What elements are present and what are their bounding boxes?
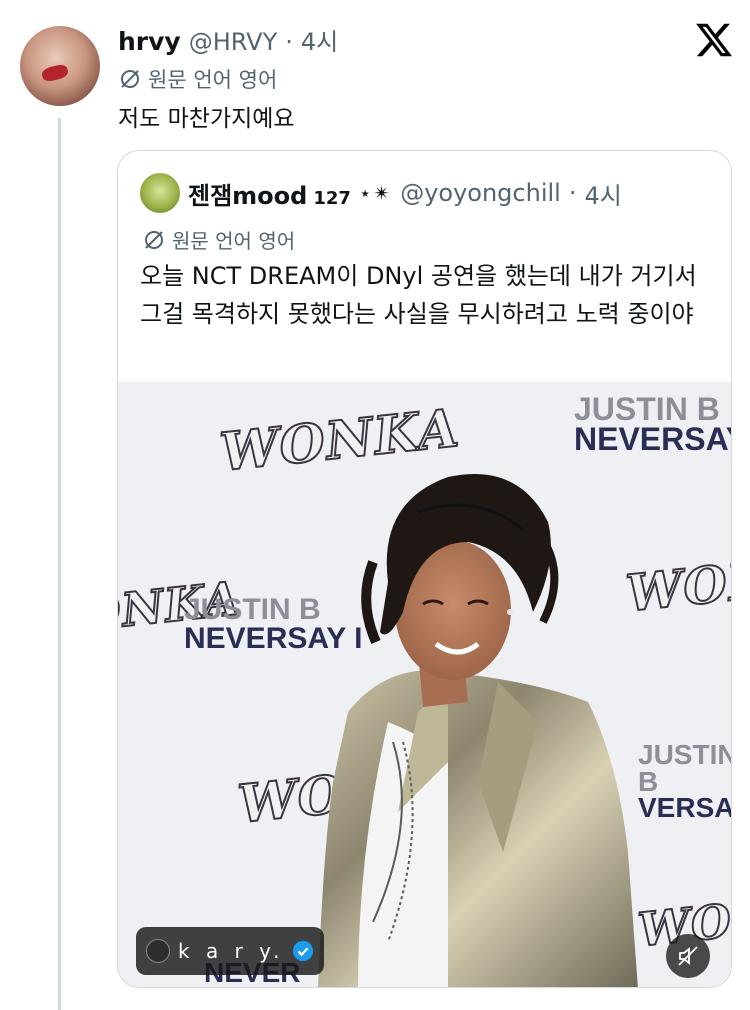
author-name[interactable]: hrvy xyxy=(118,27,181,56)
thread-line xyxy=(58,118,61,1010)
post-header: hrvy @HRVY · 4시 xyxy=(118,22,338,57)
quoted-post-header: 젠잼mood 127 ⋆✴ @yoyongchill · 4시 xyxy=(140,173,622,213)
translate-indicator[interactable]: 원문 언어 영어 xyxy=(118,64,277,94)
post-time[interactable]: 4시 xyxy=(301,22,338,57)
creator-badge[interactable]: k a r y. xyxy=(136,927,325,975)
creator-label: k a r y. xyxy=(178,939,285,963)
creator-avatar xyxy=(146,939,170,963)
quoted-author-name: 젠잼mood xyxy=(188,181,308,210)
quoted-media[interactable]: WONKA WONKA WONKA WONKA WONKA JUSTIN B N… xyxy=(118,382,731,987)
post-text: 저도 마찬가지예요 xyxy=(118,106,295,132)
quoted-post-text: 오늘 NCT DREAM이 DNyl 공연을 했는데 내가 거기서 그걸 목격하… xyxy=(140,262,697,328)
x-logo-icon[interactable] xyxy=(694,20,734,60)
translate-icon xyxy=(145,230,163,249)
quoted-translate-indicator[interactable]: 원문 언어 영어 xyxy=(142,225,295,254)
separator: · xyxy=(285,28,293,56)
person-photo xyxy=(318,474,638,987)
verified-badge-icon xyxy=(293,940,314,962)
translate-icon xyxy=(121,70,139,88)
separator: · xyxy=(568,179,577,207)
avatar[interactable] xyxy=(20,26,100,106)
author-handle[interactable]: @HRVY xyxy=(189,28,278,56)
translate-label: 원문 언어 영어 xyxy=(172,229,296,253)
quoted-avatar[interactable] xyxy=(140,173,180,213)
quoted-author-sparkle: ⋆✴ xyxy=(358,181,393,205)
mute-button[interactable] xyxy=(666,934,710,978)
muted-speaker-icon xyxy=(678,946,698,966)
quoted-author-handle: @yoyongchill xyxy=(400,179,561,207)
quoted-post-time: 4시 xyxy=(584,181,622,210)
quoted-post[interactable]: 젠잼mood 127 ⋆✴ @yoyongchill · 4시 원문 언어 영어… xyxy=(117,150,732,988)
translate-label: 원문 언어 영어 xyxy=(148,68,278,92)
quoted-author-name-suffix: 127 xyxy=(313,187,351,209)
